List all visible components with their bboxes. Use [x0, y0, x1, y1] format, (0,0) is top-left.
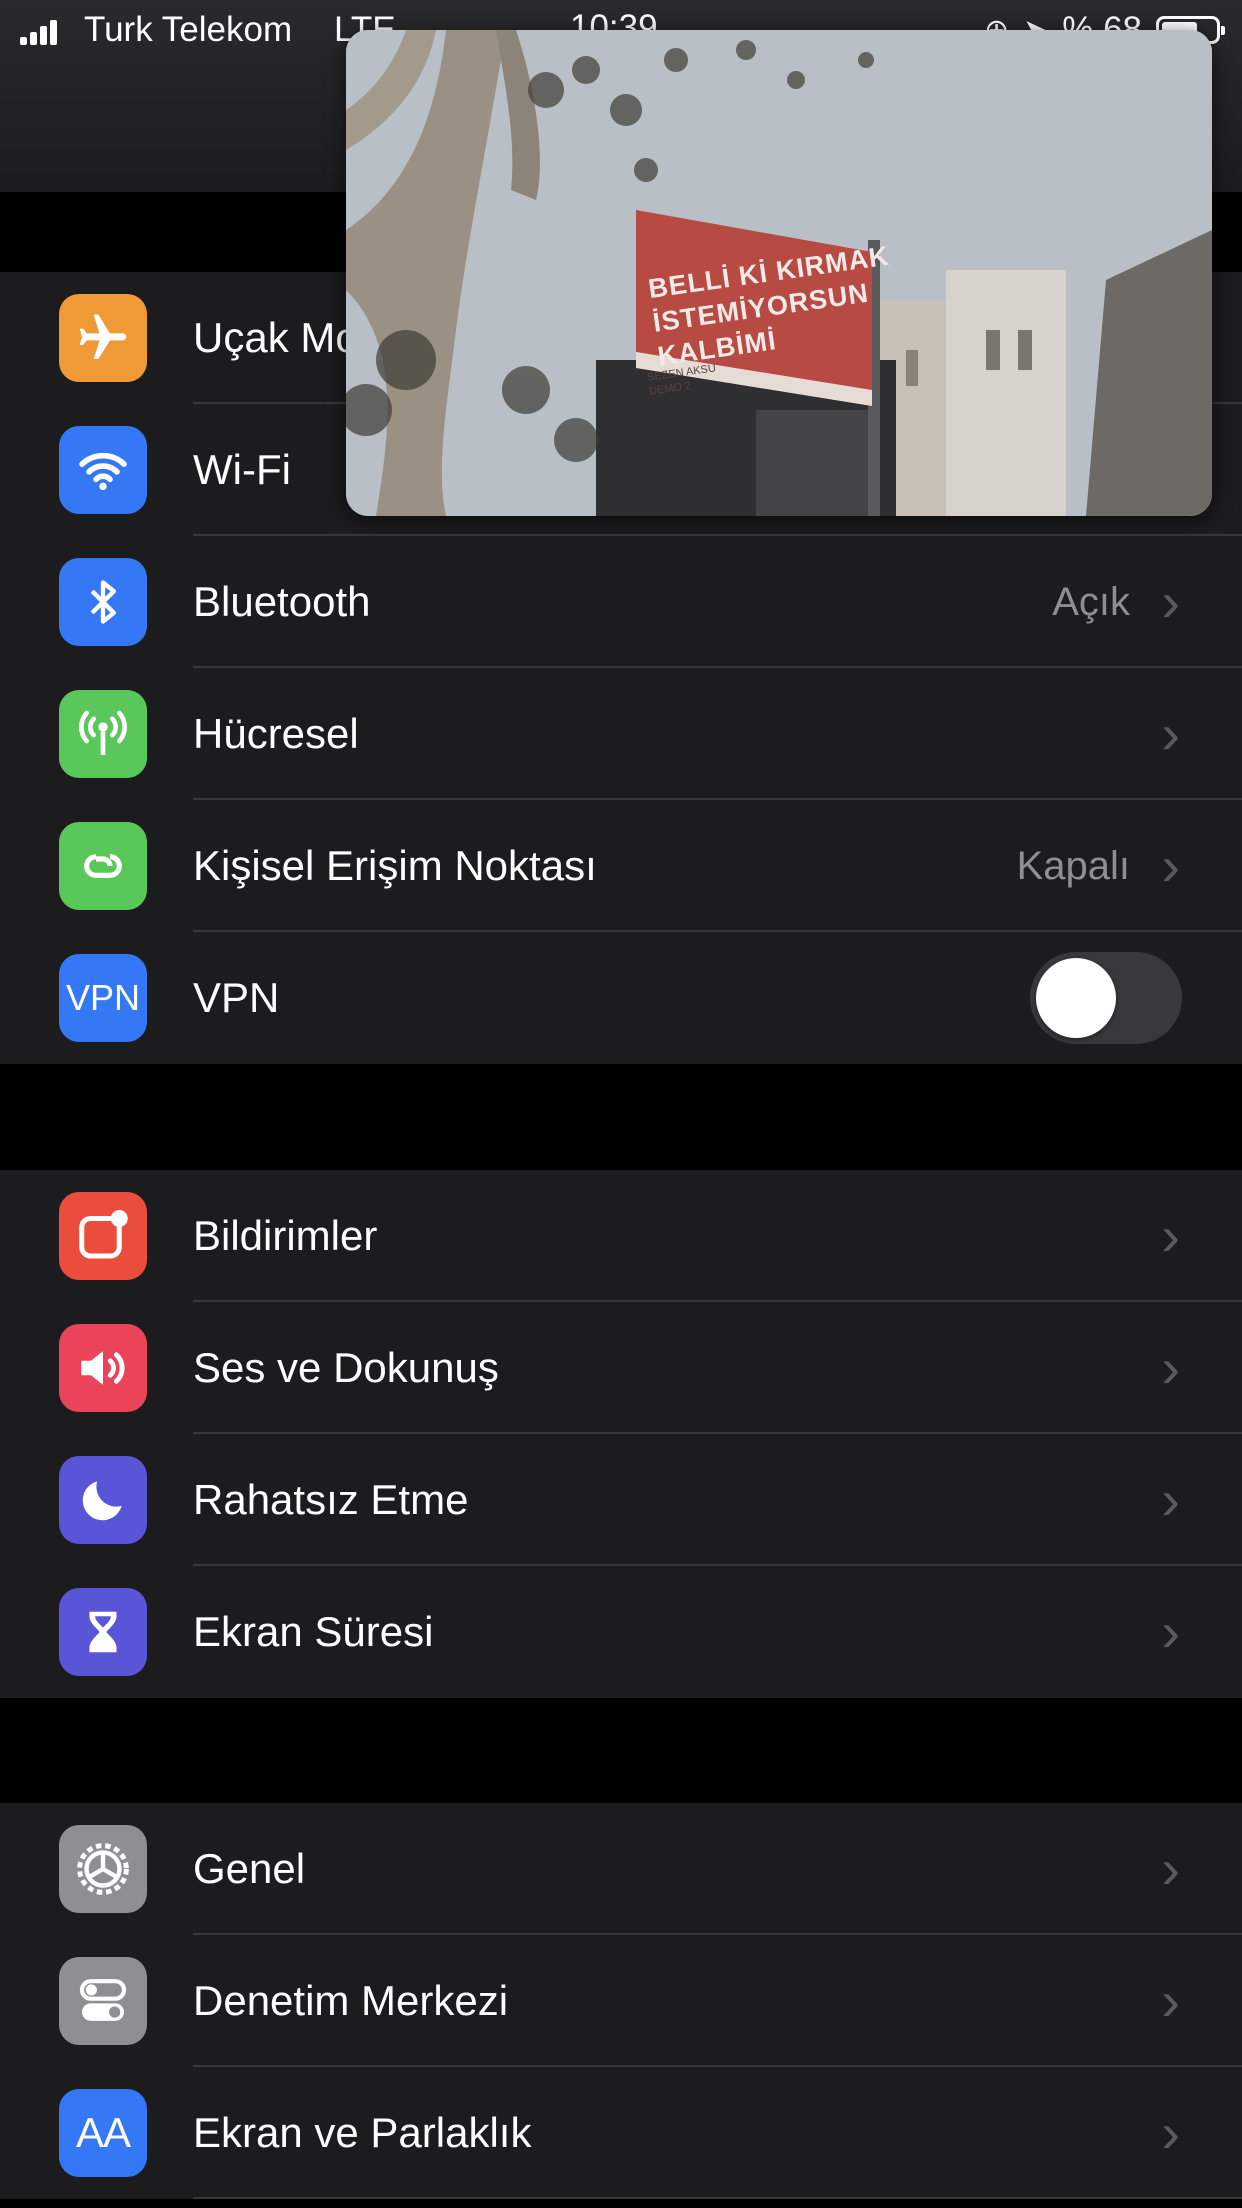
settings-row-label: Ekran ve Parlaklık: [193, 2109, 532, 2156]
general-group: Genel › Denetim Merkezi › AA Ekran ve Parlakl…: [0, 1803, 1242, 2199]
toggle-knob: [1036, 958, 1116, 1038]
notifications-group: Bildirimler › Ses ve Dokunuş › Rahatsız Etme…: [0, 1170, 1242, 1698]
bluetooth-icon: [59, 558, 147, 646]
settings-row-label: VPN: [193, 974, 280, 1021]
picture-in-picture-video[interactable]: BELLİ Kİ KIRMAK İSTEMİYORSUN KALBİMİ SEZ…: [346, 30, 1212, 516]
hourglass-icon: [59, 1588, 147, 1676]
settings-row[interactable]: AA Ekran ve Parlaklık ›: [0, 2067, 1242, 2199]
notifications-icon: [59, 1192, 147, 1280]
chevron-right-icon: ›: [1161, 570, 1180, 633]
chevron-right-icon: ›: [1161, 834, 1180, 897]
vpn-toggle[interactable]: [1030, 952, 1182, 1044]
settings-row-label: Genel: [193, 1845, 306, 1892]
settings-row[interactable]: Hücresel ›: [0, 668, 1242, 800]
settings-row-label: Ekran Süresi: [193, 1608, 434, 1655]
settings-row[interactable]: Ses ve Dokunuş ›: [0, 1302, 1242, 1434]
chevron-right-icon: ›: [1161, 1600, 1180, 1663]
settings-row-label: Ses ve Dokunuş: [193, 1344, 499, 1391]
hotspot-icon: [59, 822, 147, 910]
row-divider: [193, 2197, 1242, 2199]
antenna-icon: [59, 690, 147, 778]
moon-icon: [59, 1456, 147, 1544]
chevron-right-icon: ›: [1161, 1204, 1180, 1267]
settings-row[interactable]: Denetim Merkezi ›: [0, 1935, 1242, 2067]
settings-row-label: Hücresel: [193, 710, 359, 757]
chevron-right-icon: ›: [1161, 702, 1180, 765]
settings-row-label: Wi-Fi: [193, 446, 291, 493]
settings-row-value: Kapalı: [1016, 844, 1130, 888]
settings-row-label: Denetim Merkezi: [193, 1977, 509, 2024]
airplane-icon: [59, 294, 147, 382]
settings-row[interactable]: Genel ›: [0, 1803, 1242, 1935]
chevron-right-icon: ›: [1161, 1969, 1180, 2032]
speaker-icon: [59, 1324, 147, 1412]
settings-row-label: Rahatsız Etme: [193, 1476, 469, 1523]
settings-row-label: Bildirimler: [193, 1212, 378, 1259]
settings-row-label: Kişisel Erişim Noktası: [193, 842, 597, 889]
chevron-right-icon: ›: [1161, 1468, 1180, 1531]
settings-row[interactable]: Bluetooth Açık ›: [0, 536, 1242, 668]
chevron-right-icon: ›: [1161, 1336, 1180, 1399]
settings-row[interactable]: VPN VPN: [0, 932, 1242, 1064]
chevron-right-icon: ›: [1161, 1837, 1180, 1900]
settings-row[interactable]: Kişisel Erişim Noktası Kapalı ›: [0, 800, 1242, 932]
switches-icon: [59, 1957, 147, 2045]
text-size-icon: AA: [59, 2089, 147, 2177]
settings-row-label: Bluetooth: [193, 578, 371, 625]
gear-icon: [59, 1825, 147, 1913]
cellular-signal-icon: [20, 20, 57, 45]
chevron-right-icon: ›: [1161, 2101, 1180, 2164]
settings-row[interactable]: Bildirimler ›: [0, 1170, 1242, 1302]
wifi-icon: [59, 426, 147, 514]
settings-row[interactable]: Rahatsız Etme ›: [0, 1434, 1242, 1566]
vpn-icon: VPN: [59, 954, 147, 1042]
settings-row-value: Açık: [1052, 580, 1130, 624]
settings-row[interactable]: Ekran Süresi ›: [0, 1566, 1242, 1698]
carrier-name: Turk Telekom: [84, 10, 293, 49]
